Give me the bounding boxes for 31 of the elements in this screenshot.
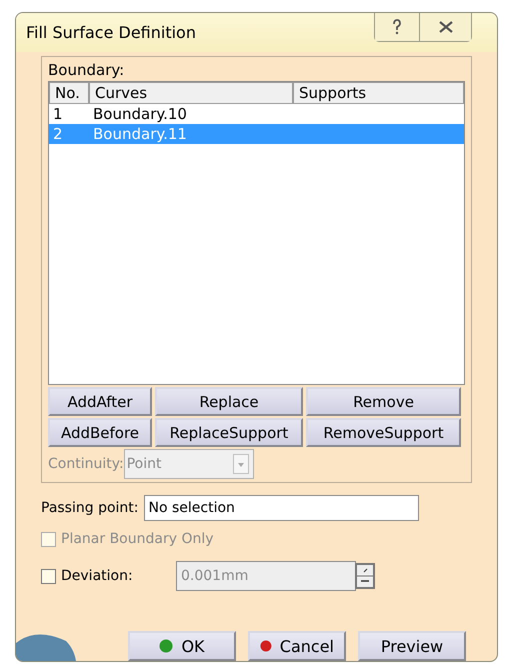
ok-button[interactable]: OK (128, 631, 236, 661)
list-row[interactable]: 1 Boundary.10 (49, 104, 464, 124)
deviation-label: Deviation: (61, 568, 134, 584)
column-header[interactable]: Supports (293, 82, 464, 104)
close-button[interactable] (419, 13, 471, 41)
planar-boundary-label: Planar Boundary Only (61, 531, 214, 547)
question-mark-icon (392, 19, 402, 35)
help-button[interactable] (375, 13, 419, 41)
passing-point-field[interactable]: No selection (144, 495, 419, 521)
passing-point-label: Passing point: (41, 500, 139, 516)
status-dot-icon (260, 639, 272, 653)
preview-button[interactable]: Preview (358, 631, 466, 661)
curve-name: Boundary.10 (92, 105, 188, 123)
status-dot-icon (159, 639, 174, 653)
command-button[interactable]: RemoveSupport (306, 418, 461, 447)
spinner-control[interactable] (355, 563, 375, 589)
curve-name: Boundary.11 (92, 125, 188, 143)
command-button[interactable]: AddAfter (48, 387, 152, 416)
window-title: Fill Surface Definition (26, 23, 196, 42)
continuity-label: Continuity: (48, 456, 124, 472)
cancel-button[interactable]: Cancel (248, 631, 346, 661)
row-number: 2 (52, 125, 64, 143)
command-button[interactable]: Remove (306, 387, 461, 416)
command-button[interactable]: Replace (155, 387, 303, 416)
row-number: 1 (52, 105, 64, 123)
close-icon (438, 21, 452, 33)
group-label: Boundary: (48, 61, 124, 79)
column-header[interactable]: Curves (89, 82, 293, 104)
column-header[interactable]: No. (49, 82, 89, 104)
command-button[interactable]: AddBefore (48, 418, 152, 447)
command-button[interactable]: ReplaceSupport (155, 418, 303, 447)
